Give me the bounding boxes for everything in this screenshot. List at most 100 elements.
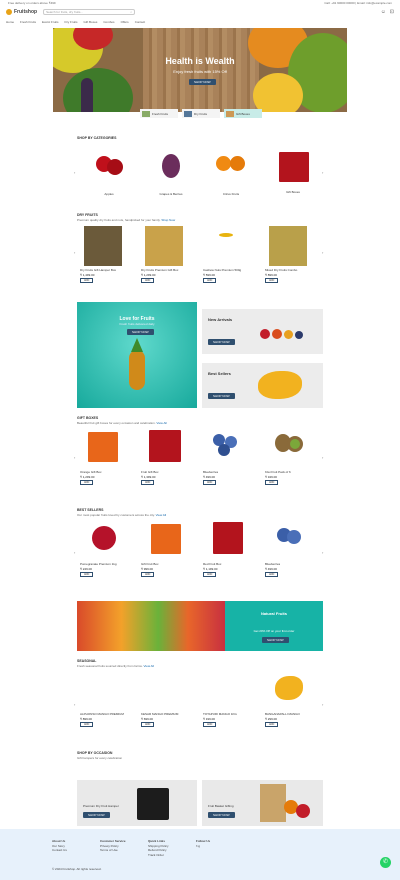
hero-banner[interactable]: Health is Wealth Enjoy fresh fruits with… [53, 28, 347, 112]
nav-item[interactable]: Offers [121, 20, 129, 24]
product-title[interactable]: KESAR MANGO PREMIUM [141, 712, 187, 716]
product-card[interactable]: Mixed Dry Fruits Combo ₹ 899.00 ADD [265, 226, 311, 283]
product-title[interactable]: Kiwi Fruit Pack of 6 [265, 470, 311, 474]
product-title[interactable]: ALPHONSO MANGO PREMIUM [80, 712, 126, 716]
product-card[interactable]: Gift Fruit Box ₹ 999.00 ADD [141, 520, 187, 577]
social-icons[interactable]: f ig [196, 844, 210, 849]
hero-shop-button[interactable]: SHOP NOW [189, 79, 216, 85]
add-to-cart-button[interactable]: ADD [141, 572, 155, 577]
product-title[interactable]: Blueberries [265, 562, 311, 566]
promo-banner-basket[interactable]: Fruit Basket Gifting SHOP NOW [202, 780, 323, 826]
nav-item[interactable]: Home [6, 20, 14, 24]
cart-icon[interactable]: ⊡ [390, 9, 394, 15]
product-title[interactable]: TOTAPURI MANGO 1KG [203, 712, 249, 716]
product-title[interactable]: Mixed Dry Fruits Combo [265, 268, 311, 272]
chevron-right-icon[interactable]: › [322, 702, 323, 707]
section-link[interactable]: View All [156, 513, 166, 517]
product-title[interactable]: Cashew Nuts Premium 500g [203, 268, 249, 272]
product-title[interactable]: Fruit Gift Box [141, 470, 187, 474]
add-to-cart-button[interactable]: ADD [265, 572, 279, 577]
add-to-cart-button[interactable]: ADD [80, 278, 94, 283]
nav-item[interactable]: Exotic Fruits [42, 20, 59, 24]
category-card[interactable]: Grapes & Berries [148, 150, 194, 196]
promo-shop-button[interactable]: SHOP NOW [208, 812, 235, 818]
product-card[interactable]: Fruit Gift Box ₹ 1,399.00 ADD [141, 428, 187, 485]
chevron-right-icon[interactable]: › [322, 170, 323, 175]
product-card[interactable]: Orange Gift Box ₹ 1,299.00 ADD [80, 428, 126, 485]
nav-item[interactable]: Contact [135, 20, 145, 24]
section-link[interactable]: View All [156, 421, 166, 425]
promo-shop-button[interactable]: SHOP NOW [208, 393, 235, 399]
footer-link[interactable]: Track Order [148, 853, 169, 858]
product-card[interactable]: Kiwi Fruit Pack of 6 ₹ 349.00 ADD [265, 428, 311, 485]
nav-item[interactable]: Combos [103, 20, 114, 24]
add-to-cart-button[interactable]: ADD [80, 480, 94, 485]
product-card[interactable]: Blueberries ₹ 499.00 ADD [203, 428, 249, 485]
add-to-cart-button[interactable]: ADD [141, 722, 155, 727]
product-card[interactable]: Dry Fruits Gift Hamper Box ₹ 1,499.00 AD… [80, 226, 126, 283]
product-card[interactable]: Cashew Nuts Premium 500g ₹ 599.00 ADD [203, 226, 249, 283]
nav-item[interactable]: Gift Boxes [84, 20, 98, 24]
chip-dry-fruits[interactable]: Dry Fruits [182, 109, 220, 118]
promo-shop-button[interactable]: SHOP NOW [262, 637, 289, 643]
chip-fresh-fruits[interactable]: Fresh Fruits [140, 109, 178, 118]
add-to-cart-button[interactable]: ADD [203, 480, 217, 485]
add-to-cart-button[interactable]: ADD [265, 722, 279, 727]
promo-shop-button[interactable]: SHOP NOW [127, 329, 154, 335]
user-icon[interactable]: ☺ [381, 9, 386, 15]
promo-banner-wide[interactable]: Natural Fruits Get 20% Off on your first… [225, 601, 323, 651]
product-title[interactable]: Dry Fruits Gift Hamper Box [80, 268, 126, 272]
category-card[interactable]: Apples [86, 150, 132, 196]
product-card[interactable]: TOTAPURI MANGO 1KG ₹ 199.00 ADD [203, 670, 249, 727]
chevron-right-icon[interactable]: › [322, 250, 323, 255]
chevron-right-icon[interactable]: › [322, 455, 323, 460]
add-to-cart-button[interactable]: ADD [203, 722, 217, 727]
product-title[interactable]: Orange Gift Box [80, 470, 126, 474]
product-card[interactable]: Blueberries ₹ 499.00 ADD [265, 520, 311, 577]
product-card[interactable]: BANGANAPALLI MANGO ₹ 299.00 ADD [265, 670, 311, 727]
promo-shop-button[interactable]: SHOP NOW [208, 339, 235, 345]
add-to-cart-button[interactable]: ADD [265, 278, 279, 283]
promo-banner-small-2[interactable]: Best Sellers SHOP NOW [202, 363, 323, 408]
chevron-left-icon[interactable]: ‹ [74, 550, 75, 555]
add-to-cart-button[interactable]: ADD [141, 480, 155, 485]
chevron-right-icon[interactable]: › [322, 550, 323, 555]
footer-link[interactable]: Terms of Use [100, 848, 126, 853]
add-to-cart-button[interactable]: ADD [141, 278, 155, 283]
chevron-left-icon[interactable]: ‹ [74, 702, 75, 707]
logo[interactable]: Fruitshop [6, 9, 37, 15]
promo-shop-button[interactable]: SHOP NOW [83, 812, 110, 818]
product-title[interactable]: Dry Fruits Premium Gift Box [141, 268, 187, 272]
footer-link[interactable]: Contact Us [52, 848, 67, 853]
add-to-cart-button[interactable]: ADD [265, 480, 279, 485]
search-icon[interactable]: ⌕ [130, 10, 132, 14]
product-title[interactable]: Pomegranate Premium 1kg [80, 562, 126, 566]
product-title[interactable]: BANGANAPALLI MANGO [265, 712, 311, 716]
product-card[interactable]: Dry Fruits Premium Gift Box ₹ 1,299.00 A… [141, 226, 187, 283]
nav-item[interactable]: Fresh Fruits [20, 20, 36, 24]
promo-banner-hamper[interactable]: Premium Dry Fruit Hamper SHOP NOW [77, 780, 197, 826]
category-card[interactable]: Citrus Fruits [208, 150, 254, 196]
product-title[interactable]: Red Fruit Box [203, 562, 249, 566]
add-to-cart-button[interactable]: ADD [203, 572, 217, 577]
section-link[interactable]: Shop Now [161, 218, 175, 222]
chevron-left-icon[interactable]: ‹ [74, 170, 75, 175]
product-card[interactable]: ALPHONSO MANGO PREMIUM ₹ 899.00 ADD [80, 670, 126, 727]
category-card[interactable]: Gift Boxes [270, 148, 316, 194]
product-card[interactable]: Red Fruit Box ₹ 1,199.00 ADD [203, 520, 249, 577]
add-to-cart-button[interactable]: ADD [203, 278, 217, 283]
product-title[interactable]: Gift Fruit Box [141, 562, 187, 566]
chip-gift-boxes[interactable]: Gift Boxes [224, 109, 262, 118]
chevron-left-icon[interactable]: ‹ [74, 455, 75, 460]
chevron-left-icon[interactable]: ‹ [74, 250, 75, 255]
add-to-cart-button[interactable]: ADD [80, 572, 94, 577]
promo-banner-large[interactable]: Love for Fruits Fresh fruits delivered d… [77, 302, 197, 408]
product-card[interactable]: Pomegranate Premium 1kg ₹ 249.00 ADD [80, 520, 126, 577]
add-to-cart-button[interactable]: ADD [80, 722, 94, 727]
search-input[interactable]: Search for fruits, dry fruits... ⌕ [43, 9, 136, 15]
product-title[interactable]: Blueberries [203, 470, 249, 474]
whatsapp-icon[interactable]: ✆ [380, 857, 391, 868]
promo-banner-small-1[interactable]: New Arrivals SHOP NOW [202, 309, 323, 354]
nav-item[interactable]: Dry Fruits [65, 20, 78, 24]
section-link[interactable]: View All [144, 664, 154, 668]
